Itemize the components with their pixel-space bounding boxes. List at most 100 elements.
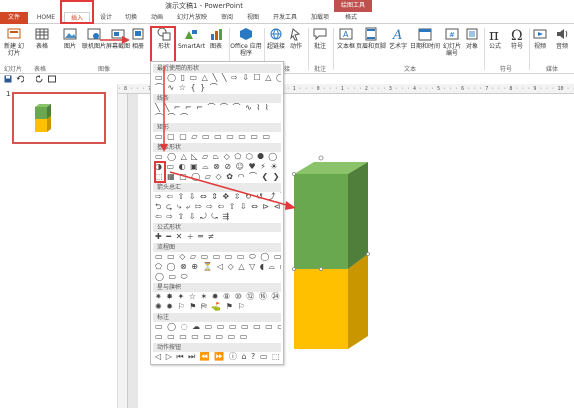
action-icon <box>290 28 301 41</box>
group-label-tables: 表格 <box>34 66 47 73</box>
category-basic-shapes: 基本形状 <box>153 143 281 152</box>
textbox-button[interactable]: A 文本框 <box>334 27 358 50</box>
shape-row[interactable]: ⬠ ◯ ⊗ ⊕ ⏳ ◁ ◇ △ ▽ ◖ ⌓ ▭ <box>155 262 281 272</box>
tab-transitions[interactable]: 切换 <box>120 12 142 24</box>
shape-row[interactable]: ✺ ✹ ⚐ ⚑ ⛿ ⛳ ⚑ ⚐ <box>155 302 281 312</box>
tab-design[interactable]: 设计 <box>94 12 118 24</box>
context-tab-label: 绘图工具 <box>334 0 372 12</box>
textbox-icon: A <box>339 28 353 40</box>
group-label-slides: 幻灯片 <box>4 66 23 73</box>
shape-row[interactable]: ▭ ◯ ◌ ☁ ▭ ▭ ▭ ▭ ▭ ▭ ▭ ▭ <box>155 322 281 332</box>
shape-row[interactable]: ◑ ▭ ◐ ▣ ⌓ ⊗ ⊘ ☺ ♥ ⚡ ☀ ☾ <box>155 162 281 172</box>
shape-row[interactable]: ✚ ━ ✕ ÷ ═ ≠ <box>155 232 281 242</box>
category-equation-shapes: 公式形状 <box>153 223 281 232</box>
chart-icon <box>211 29 222 40</box>
tab-developer[interactable]: 开发工具 <box>268 12 302 24</box>
calendar-icon <box>418 28 432 41</box>
shape-row[interactable]: ⮌ ⮎ ⤷ ⤶ ⇰ ⇨ ⇦ ⇧ ⇩ ⇔ ⊳ ⊲ <box>155 202 281 212</box>
cube-shape-highlight <box>154 161 166 183</box>
object-icon <box>466 28 478 40</box>
action-button[interactable]: 动作 <box>286 27 306 50</box>
svg-text:A: A <box>392 28 402 41</box>
slide-thumbnail[interactable] <box>12 92 106 144</box>
screenshot-icon <box>111 29 125 39</box>
comment-icon <box>313 28 327 41</box>
repeat-icon[interactable] <box>36 75 44 83</box>
save-icon[interactable] <box>4 75 12 83</box>
audio-button[interactable]: 音频 <box>552 27 572 50</box>
chart-button[interactable]: 图表 <box>206 27 226 50</box>
shapes-button-highlight <box>150 26 176 66</box>
shape-row[interactable]: ✷ ✸ ✦ ☆ ✶ ✹ ⑧ ⑩ ⑫ ⑯ ㉔ ㉜ <box>155 292 281 302</box>
symbol-button[interactable]: Ω 符号 <box>506 27 528 50</box>
category-stars-banners: 星与旗帜 <box>153 283 281 292</box>
online-picture-icon <box>87 28 101 40</box>
new-slide-button[interactable]: 新建 幻灯片 <box>2 27 26 57</box>
shape-row[interactable]: ⇨ ⇦ ⇧ ⇩ ⇔ ⇕ ✥ ⇳ ↻ ↺ ⤴ ⤵ <box>155 192 281 202</box>
header-footer-icon <box>365 27 377 41</box>
tab-addins[interactable]: 加载项 <box>306 12 334 24</box>
wordart-button[interactable]: A 艺术字 <box>386 27 410 50</box>
svg-text:A: A <box>343 30 349 39</box>
tab-slideshow[interactable]: 幻灯片放映 <box>172 12 212 24</box>
group-label-comments: 批注 <box>314 66 327 73</box>
picture-button[interactable]: 图片 <box>58 27 82 50</box>
shapes-gallery-dropdown: 最近使用的形状 ▭ ◯ ▯ ▭ △ ╲ ╲ ⇨ ⇩ ☐ △ ◯ ⌒ ∿ ☆ { … <box>150 61 284 365</box>
omega-icon: Ω <box>511 28 523 41</box>
shape-row[interactable]: ⌒ ⌒ ⌒ <box>155 113 281 123</box>
picture-icon <box>63 28 77 40</box>
object-button[interactable]: 对象 <box>462 27 482 50</box>
group-label-text: 文本 <box>404 66 417 73</box>
shape-row[interactable]: ◁ ▷ ⏮ ⏭ ⏪ ⏩ ⓘ ⌂ ? ▭ ⬚ ☐ <box>155 352 281 362</box>
tab-home[interactable]: HOME <box>32 12 60 24</box>
photo-album-button[interactable]: 相册 <box>128 27 148 50</box>
shape-row[interactable]: ╲ ╲ ⌐ ⌐ ⌐ ⌒ ⌒ ⌒ ∿ ⌇ ⌇ <box>155 103 281 113</box>
vertical-ruler <box>118 94 128 408</box>
table-button[interactable]: 表格 <box>30 27 54 50</box>
tab-view[interactable]: 视图 <box>242 12 264 24</box>
photo-album-icon <box>132 28 144 40</box>
shape-row[interactable]: ⌒ ∿ ☆ { } ⌒ <box>155 83 281 93</box>
date-time-button[interactable]: 日期和时间 <box>410 27 440 50</box>
category-callouts: 标注 <box>153 313 281 322</box>
office-apps-button[interactable]: Office 应用程序 <box>230 27 262 57</box>
category-lines: 线条 <box>153 94 281 103</box>
category-block-arrows: 箭头总汇 <box>153 183 281 192</box>
hyperlink-icon <box>270 28 282 40</box>
tab-format[interactable]: 格式 <box>338 12 364 24</box>
shape-row[interactable]: ▭ ▢ ▢ ▱ ▭ ▭ ▭ ▭ ▭ ▭ <box>155 132 281 142</box>
category-recent-shapes: 最近使用的形状 <box>153 64 281 73</box>
video-button[interactable]: 视频 <box>530 27 550 50</box>
slide-number-button[interactable]: # 幻灯片 编号 <box>440 27 464 57</box>
shape-row[interactable]: ◯ ▭ ⬭ <box>155 272 281 282</box>
shape-row[interactable]: ▭ ▭ ◇ ▱ ▭ ▭ ▭ ▭ ⬭ ◯ ▭ ◠ <box>155 252 281 262</box>
table-icon <box>35 28 49 40</box>
undo-icon[interactable] <box>16 75 24 83</box>
svg-text:π: π <box>489 27 499 41</box>
header-footer-button[interactable]: 页眉和页脚 <box>356 27 386 50</box>
shape-row[interactable]: ▭ ◯ △ ◺ ▱ ⏢ ◇ ⬠ ⬡ ⯃ ◯ ◔ <box>155 152 281 162</box>
online-picture-button[interactable]: 联机图片 <box>82 27 106 50</box>
tab-review[interactable]: 审阅 <box>216 12 238 24</box>
category-flowchart: 流程图 <box>153 243 281 252</box>
stacked-cubes[interactable] <box>288 154 378 354</box>
slideshow-start-icon[interactable] <box>48 75 56 83</box>
tab-animations[interactable]: 动画 <box>146 12 168 24</box>
category-action-buttons: 动作按钮 <box>153 343 281 352</box>
screenshot-button[interactable]: 屏幕截图 <box>106 27 130 50</box>
window-title: 演示文稿1 - PowerPoint <box>165 2 243 10</box>
office-apps-icon <box>240 28 252 40</box>
hyperlink-button[interactable]: 超链接 <box>264 27 288 50</box>
shape-row[interactable]: ▭ ▭ ▭ ▭ ▭ ▭ ▭ ▭ <box>155 332 281 342</box>
group-label-symbols: 符号 <box>500 66 513 73</box>
shape-row[interactable]: ⬚ ▦ ▢ ◯ ▱ ◇ ✿ ◠ ⌒ ❮ ❯ <box>155 172 281 182</box>
tab-file[interactable]: 文件 <box>0 12 28 24</box>
slide-number: 1 <box>6 90 11 98</box>
shape-row[interactable]: ⇦ ⇨ ⇧ ⇩ ⤾ ⤿ ⇶ <box>155 212 281 222</box>
comment-button[interactable]: 批注 <box>308 27 332 50</box>
svg-text:Ω: Ω <box>511 28 523 41</box>
shape-row[interactable]: ▭ ◯ ▯ ▭ △ ╲ ╲ ⇨ ⇩ ☐ △ ◯ <box>155 73 281 83</box>
equation-button[interactable]: π 公式 <box>484 27 506 50</box>
group-label-media: 媒体 <box>546 66 559 73</box>
smartart-button[interactable]: SmartArt <box>178 27 205 50</box>
